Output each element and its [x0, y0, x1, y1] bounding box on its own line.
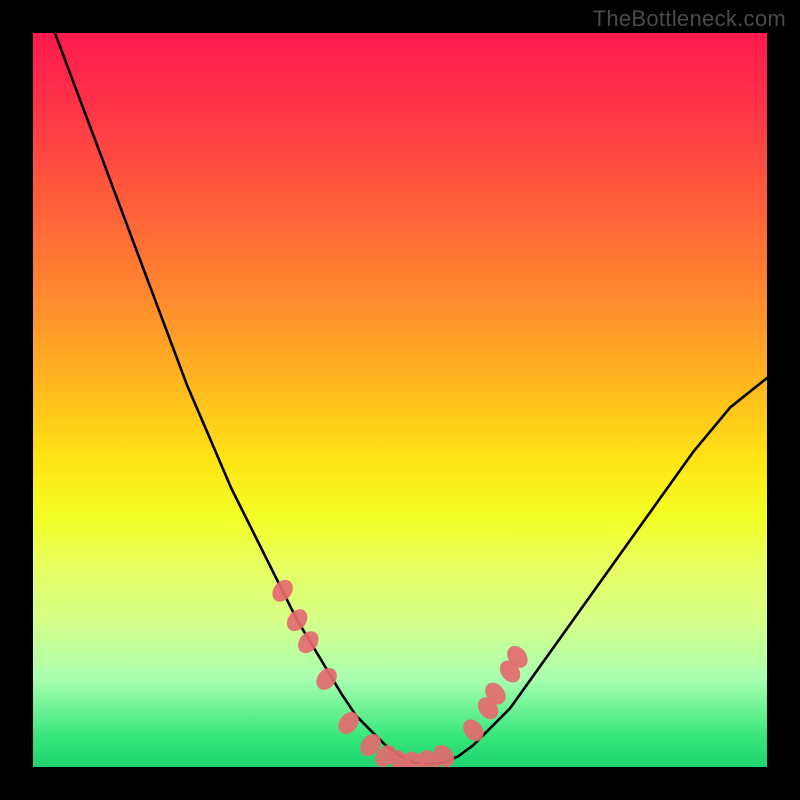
credit-text: TheBottleneck.com: [593, 6, 786, 32]
chart-stage: TheBottleneck.com: [0, 0, 800, 800]
plot-background: [33, 33, 767, 767]
